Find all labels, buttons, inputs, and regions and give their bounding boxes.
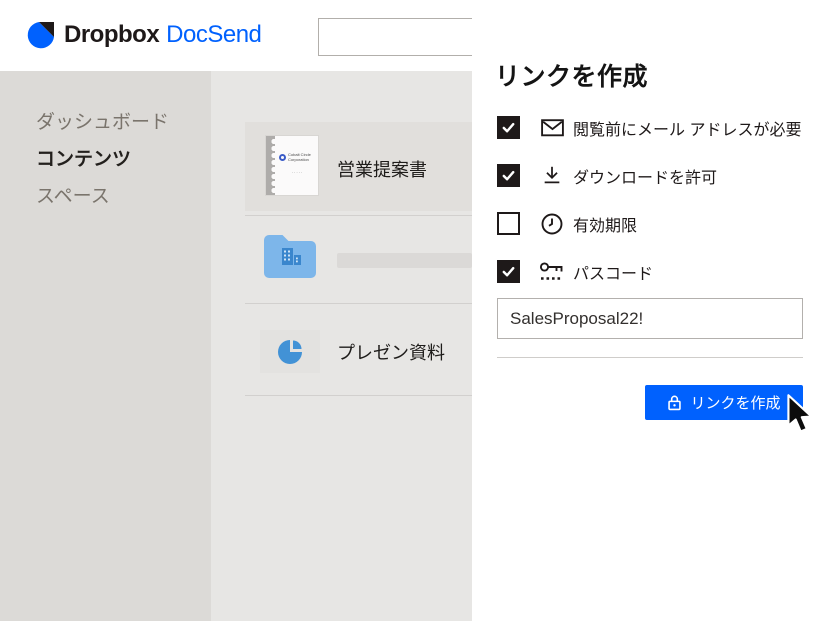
sidebar-item-dashboard[interactable]: ダッシュボード bbox=[36, 104, 211, 141]
brand-dropbox-text: Dropbox bbox=[64, 21, 160, 48]
passcode-label[interactable]: パスコード bbox=[573, 260, 653, 284]
option-allow-download: ダウンロードを許可 bbox=[497, 163, 801, 188]
require-email-label[interactable]: 閲覧前にメール アドレスが必要 bbox=[573, 116, 801, 140]
list-divider bbox=[245, 215, 472, 216]
expiration-label[interactable]: 有効期限 bbox=[573, 212, 637, 236]
app-root: Dropbox DocSend ダッシュボード コンテンツ スペース Cobal… bbox=[0, 0, 828, 621]
option-require-email: 閲覧前にメール アドレスが必要 bbox=[497, 115, 801, 140]
check-icon bbox=[502, 171, 515, 181]
list-divider bbox=[245, 395, 472, 396]
create-link-button-label: リンクを作成 bbox=[690, 395, 781, 412]
panel-divider bbox=[497, 357, 803, 358]
option-expiration: 有効期限 bbox=[497, 211, 801, 236]
thumb-caption: ····· bbox=[291, 170, 304, 175]
allow-download-label[interactable]: ダウンロードを許可 bbox=[573, 164, 717, 188]
allow-download-checkbox[interactable] bbox=[497, 164, 520, 187]
sidebar-item-spaces[interactable]: スペース bbox=[36, 178, 211, 215]
option-passcode: パスコード bbox=[497, 259, 801, 284]
sidebar-list: ダッシュボード コンテンツ スペース bbox=[0, 71, 211, 215]
lock-icon bbox=[668, 395, 682, 411]
check-icon bbox=[502, 267, 515, 277]
sidebar: ダッシュボード コンテンツ スペース bbox=[0, 71, 211, 621]
require-email-checkbox[interactable] bbox=[497, 116, 520, 139]
document-title[interactable]: 営業提案書 bbox=[337, 156, 427, 182]
presentation-title[interactable]: プレゼン資料 bbox=[337, 339, 445, 365]
document-thumbnail: Cobalt Circle Corporation ····· bbox=[265, 135, 319, 196]
presentation-thumbnail[interactable] bbox=[260, 330, 320, 373]
create-link-panel: リンクを作成 閲覧前にメール アドレスが必要 ダウンロードを許可 有効期限 パス… bbox=[472, 0, 828, 621]
brand-docsend-text: DocSend bbox=[166, 21, 262, 48]
key-icon bbox=[538, 260, 566, 283]
link-options: 閲覧前にメール アドレスが必要 ダウンロードを許可 有効期限 パスコード bbox=[497, 115, 801, 307]
sidebar-item-content[interactable]: コンテンツ bbox=[36, 141, 211, 178]
mail-icon bbox=[538, 117, 566, 138]
document-spiral-edge bbox=[266, 136, 277, 195]
list-divider bbox=[245, 303, 472, 304]
folder-title-placeholder bbox=[337, 253, 472, 268]
folder-icon[interactable] bbox=[262, 229, 318, 289]
clock-icon bbox=[538, 212, 566, 236]
cobalt-circle-logo-icon bbox=[279, 153, 286, 161]
expiration-checkbox[interactable] bbox=[497, 212, 520, 235]
document-thumb-content: Cobalt Circle Corporation ····· bbox=[279, 152, 316, 175]
pie-chart-icon bbox=[278, 339, 302, 364]
check-icon bbox=[502, 123, 515, 133]
docsend-logo-icon bbox=[27, 22, 54, 49]
brand-logo[interactable]: Dropbox DocSend bbox=[27, 21, 262, 49]
passcode-input[interactable] bbox=[497, 298, 803, 339]
content-list: Cobalt Circle Corporation ····· 営業提案書 プレ… bbox=[211, 71, 472, 621]
thumb-brand-line2: Corporation bbox=[288, 157, 309, 162]
download-icon bbox=[538, 164, 566, 187]
create-link-button[interactable]: リンクを作成 bbox=[645, 385, 803, 420]
passcode-checkbox[interactable] bbox=[497, 260, 520, 283]
panel-title: リンクを作成 bbox=[495, 63, 649, 91]
